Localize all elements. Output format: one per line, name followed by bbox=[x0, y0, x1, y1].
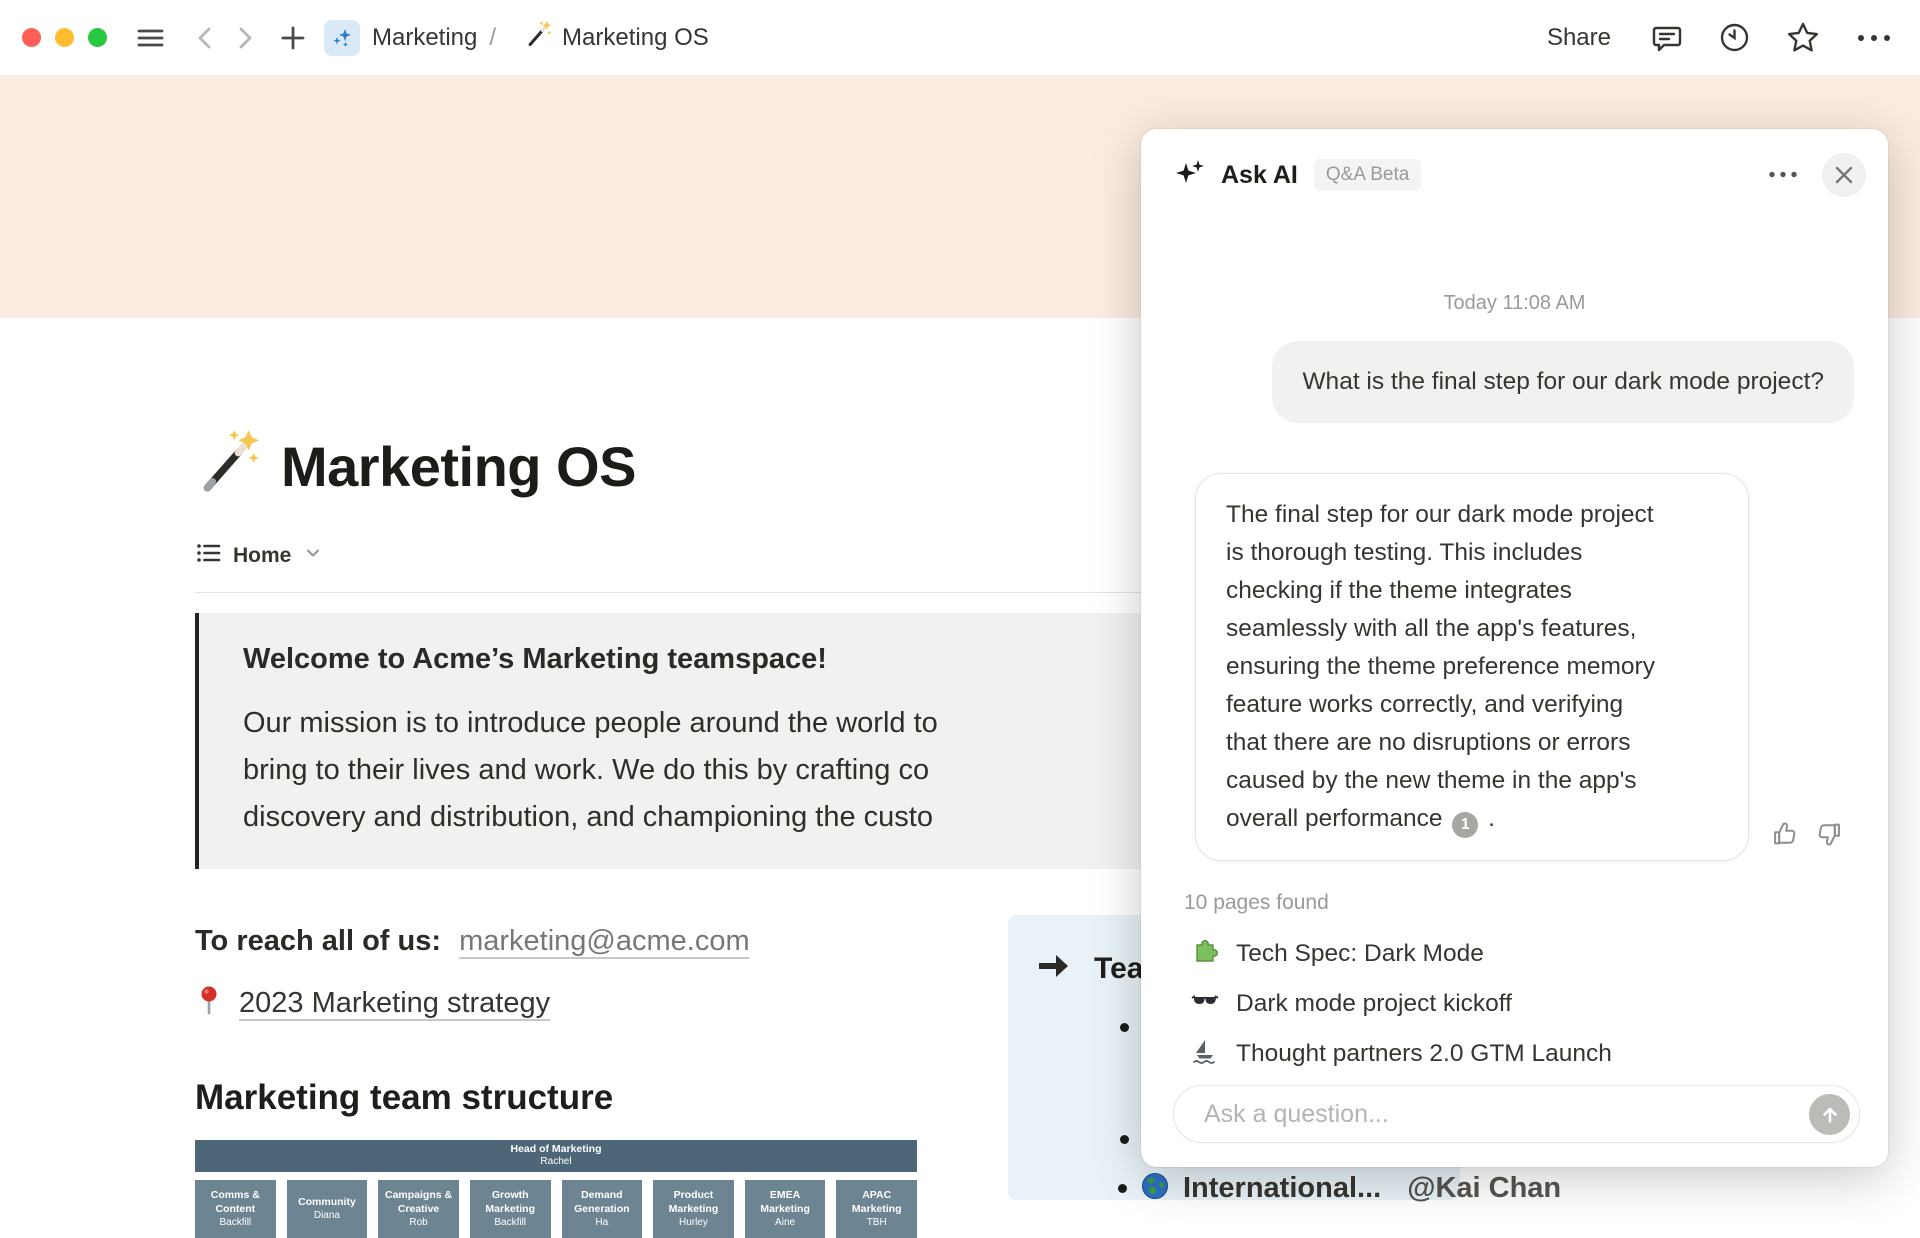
chevron-down-icon[interactable] bbox=[303, 543, 323, 568]
tab-home-label: Home bbox=[233, 543, 292, 567]
new-page-button[interactable] bbox=[280, 25, 306, 51]
answer-line: seamlessly with all the app's features, bbox=[1226, 615, 1637, 642]
international-page-link[interactable]: International... bbox=[1183, 1172, 1381, 1205]
org-box: APAC Marketing TBH bbox=[836, 1180, 917, 1238]
page-title: Marketing OS bbox=[281, 435, 636, 498]
source-page-title: Tech Spec: Dark Mode bbox=[1236, 940, 1484, 967]
org-box: Demand Generation Ha bbox=[561, 1180, 643, 1238]
org-chart-head-box: Head of Marketing Rachel bbox=[195, 1140, 917, 1172]
teamspace-sparkle-icon[interactable] bbox=[324, 19, 360, 56]
ask-ai-panel: Ask AI Q&A Beta Today 11:08 AM What is t… bbox=[1141, 129, 1888, 1167]
answer-line: is thorough testing. This includes bbox=[1226, 539, 1583, 566]
contact-row: To reach all of us: marketing@acme.com bbox=[195, 925, 750, 958]
source-page-row[interactable]: Dark mode project kickoff bbox=[1191, 979, 1612, 1029]
ai-answer-bubble: The final step for our dark mode project… bbox=[1195, 473, 1749, 861]
answer-line: caused by the new theme in the app's bbox=[1226, 767, 1637, 794]
bullet bbox=[1120, 1135, 1129, 1144]
source-pages-list: Tech Spec: Dark Mode Dark mode project k… bbox=[1191, 929, 1612, 1079]
history-clock-icon[interactable] bbox=[1719, 22, 1750, 53]
answer-line-last: overall performance 1 . bbox=[1226, 800, 1720, 838]
thumbs-down-icon[interactable] bbox=[1815, 820, 1843, 853]
org-box: Community Diana bbox=[286, 1180, 368, 1238]
globe-icon bbox=[1141, 1172, 1169, 1205]
favorite-star-icon[interactable] bbox=[1786, 21, 1820, 55]
breadcrumb-page[interactable]: Marketing OS bbox=[562, 24, 709, 52]
citation-badge[interactable]: 1 bbox=[1452, 812, 1479, 838]
org-box: EMEA Marketing Aine bbox=[744, 1180, 826, 1238]
send-question-button[interactable] bbox=[1809, 1094, 1850, 1135]
more-options-icon[interactable] bbox=[1856, 33, 1892, 43]
forward-button[interactable] bbox=[234, 25, 256, 51]
ask-question-input-wrap bbox=[1173, 1085, 1860, 1143]
sidebar-menu-icon[interactable] bbox=[137, 27, 164, 49]
ai-answer-row: The final step for our dark mode project… bbox=[1195, 473, 1843, 861]
source-page-title: Thought partners 2.0 GTM Launch bbox=[1236, 1040, 1612, 1067]
international-list-item[interactable]: International... @Kai Chan bbox=[1118, 1172, 1561, 1205]
close-panel-button[interactable] bbox=[1822, 153, 1866, 197]
tab-home[interactable]: Home bbox=[195, 540, 323, 571]
answer-line: checking if the theme integrates bbox=[1226, 577, 1572, 604]
list-view-icon bbox=[195, 540, 221, 571]
org-box: Product Marketing Hurley bbox=[653, 1180, 734, 1238]
team-structure-heading: Marketing team structure bbox=[195, 1078, 614, 1117]
org-box: Growth Marketing Backfill bbox=[469, 1180, 551, 1238]
answer-line: feature works correctly, and verifying bbox=[1226, 691, 1624, 718]
bullet bbox=[1118, 1184, 1127, 1193]
macos-traffic-lights bbox=[22, 28, 107, 47]
strategy-row: 2023 Marketing strategy bbox=[195, 985, 550, 1022]
qa-beta-badge: Q&A Beta bbox=[1313, 159, 1422, 191]
back-button[interactable] bbox=[194, 25, 216, 51]
ai-sparkle-icon bbox=[1175, 157, 1207, 194]
minimize-window-button[interactable] bbox=[55, 28, 74, 47]
page-title-wand-icon[interactable] bbox=[195, 428, 261, 499]
panel-more-icon[interactable] bbox=[1768, 166, 1798, 184]
feedback-buttons bbox=[1771, 820, 1843, 861]
source-page-row[interactable]: Tech Spec: Dark Mode bbox=[1191, 929, 1612, 979]
marketing-email-link[interactable]: marketing@acme.com bbox=[459, 925, 750, 957]
sunglasses-icon bbox=[1191, 988, 1219, 1021]
thumbs-up-icon[interactable] bbox=[1771, 820, 1799, 853]
close-window-button[interactable] bbox=[22, 28, 41, 47]
pages-found-label: 10 pages found bbox=[1184, 891, 1329, 914]
source-page-row[interactable]: Thought partners 2.0 GTM Launch bbox=[1191, 1029, 1612, 1079]
user-question-bubble: What is the final step for our dark mode… bbox=[1272, 341, 1854, 423]
zoom-window-button[interactable] bbox=[88, 28, 107, 47]
source-page-title: Dark mode project kickoff bbox=[1236, 990, 1512, 1017]
org-head-name: Rachel bbox=[540, 1156, 572, 1168]
answer-line: ensuring the theme preference memory bbox=[1226, 653, 1655, 680]
ask-ai-title: Ask AI bbox=[1221, 160, 1298, 189]
person-mention[interactable]: @Kai Chan bbox=[1407, 1172, 1561, 1205]
answer-period: . bbox=[1488, 805, 1495, 832]
window-toolbar: Marketing / Marketing OS Share bbox=[0, 0, 1920, 75]
breadcrumb: Marketing / Marketing OS bbox=[372, 20, 709, 55]
answer-tail: overall performance bbox=[1226, 805, 1443, 832]
bullet bbox=[1120, 1023, 1129, 1032]
magic-wand-icon bbox=[524, 20, 552, 55]
comments-icon[interactable] bbox=[1651, 22, 1683, 54]
share-button[interactable]: Share bbox=[1547, 24, 1611, 52]
ask-ai-header: Ask AI Q&A Beta bbox=[1175, 153, 1866, 197]
ask-question-input[interactable] bbox=[1204, 1086, 1725, 1142]
org-head-role: Head of Marketing bbox=[510, 1143, 602, 1156]
contact-label: To reach all of us: bbox=[195, 925, 442, 957]
answer-line: that there are no disruptions or errors bbox=[1226, 729, 1631, 756]
breadcrumb-separator: / bbox=[489, 23, 497, 51]
breadcrumb-teamspace[interactable]: Marketing bbox=[372, 24, 477, 52]
org-chart-image: Head of Marketing Rachel Comms & Content… bbox=[195, 1140, 917, 1238]
strategy-link[interactable]: 2023 Marketing strategy bbox=[239, 987, 550, 1020]
sailboat-icon bbox=[1191, 1038, 1219, 1071]
org-box: Comms & Content Backfill bbox=[195, 1180, 276, 1238]
conversation-timestamp: Today 11:08 AM bbox=[1443, 292, 1586, 314]
puzzle-icon bbox=[1191, 938, 1219, 971]
page-title-row: Marketing OS bbox=[195, 428, 636, 499]
org-chart-row: Comms & Content Backfill Community Diana C… bbox=[195, 1180, 917, 1238]
pushpin-icon bbox=[195, 985, 223, 1022]
team-callout-title: Tea bbox=[1094, 951, 1144, 985]
org-box: Campaigns & Creative Rob bbox=[378, 1180, 459, 1238]
right-arrow-icon bbox=[1036, 951, 1070, 986]
answer-line: The final step for our dark mode project bbox=[1226, 501, 1654, 528]
